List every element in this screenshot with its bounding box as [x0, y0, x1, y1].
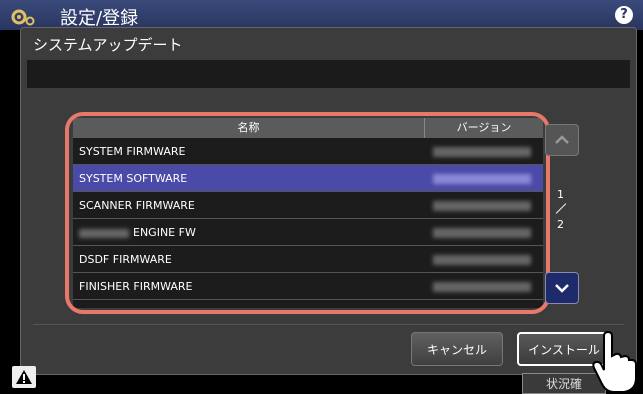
- scroll-up-button[interactable]: [545, 124, 579, 156]
- callout-highlight: [65, 112, 550, 314]
- settings-gear-icon: [10, 6, 36, 28]
- page-total: 2: [557, 218, 564, 231]
- help-icon[interactable]: ?: [615, 6, 633, 24]
- pointer-hand-icon: [592, 330, 637, 393]
- page-divider: [555, 203, 567, 214]
- scroll-down-button[interactable]: [545, 272, 579, 304]
- page-current: 1: [557, 188, 564, 201]
- dialog-title: システムアップデート: [33, 36, 183, 54]
- chevron-down-icon: [555, 284, 569, 293]
- message-bar: [27, 60, 630, 88]
- warning-icon[interactable]: [12, 366, 36, 388]
- divider: [33, 324, 624, 325]
- system-update-dialog: システムアップデート 名称 バージョン SYSTEM FIRMWARE SYST…: [20, 27, 637, 375]
- cancel-button[interactable]: キャンセル: [411, 332, 503, 366]
- chevron-up-icon: [555, 135, 569, 144]
- top-bar: 設定/登録 ?: [0, 0, 643, 30]
